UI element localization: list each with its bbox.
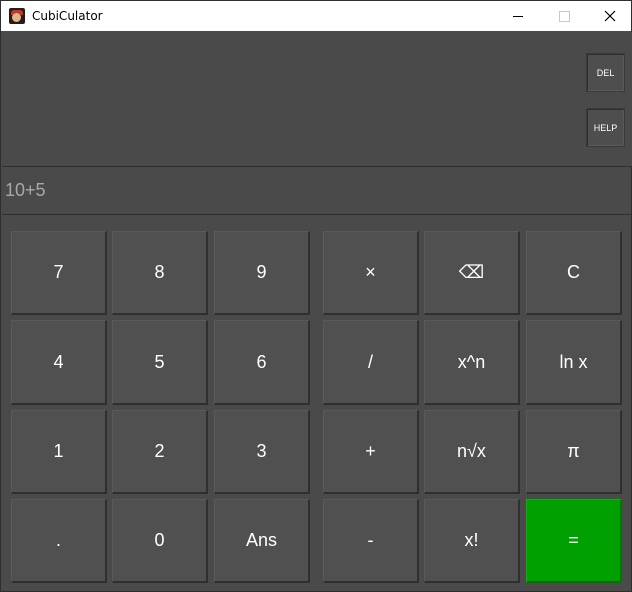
help-button[interactable]: HELP xyxy=(586,108,625,147)
divider xyxy=(2,214,632,215)
key-divide[interactable]: / xyxy=(323,320,419,405)
key-decimal[interactable]: . xyxy=(11,499,107,583)
key-plus[interactable]: + xyxy=(323,410,419,494)
key-3[interactable]: 3 xyxy=(214,410,310,494)
maximize-icon xyxy=(558,10,570,22)
key-ln[interactable]: ln x xyxy=(526,320,622,405)
key-power[interactable]: x^n xyxy=(424,320,520,405)
del-button[interactable]: DEL xyxy=(586,53,625,92)
key-clear[interactable]: C xyxy=(526,231,622,315)
key-1[interactable]: 1 xyxy=(11,410,107,494)
close-button[interactable] xyxy=(587,1,632,31)
close-icon xyxy=(604,10,616,22)
divider xyxy=(2,166,632,167)
history-area xyxy=(2,32,632,166)
minimize-button[interactable] xyxy=(495,1,541,31)
key-4[interactable]: 4 xyxy=(11,320,107,405)
expression-display: 10+5 xyxy=(5,180,46,200)
key-multiply[interactable]: × xyxy=(323,231,419,315)
key-9[interactable]: 9 xyxy=(214,231,310,315)
key-factorial[interactable]: x! xyxy=(424,499,520,583)
key-8[interactable]: 8 xyxy=(112,231,208,315)
key-pi[interactable]: π xyxy=(526,410,622,494)
key-0[interactable]: 0 xyxy=(112,499,208,583)
minimize-icon xyxy=(513,15,523,17)
calculator-window: CubiCulator DEL HELP 10+5 7 8 9 × ⌫ C 4 … xyxy=(0,0,632,592)
key-5[interactable]: 5 xyxy=(112,320,208,405)
window-title: CubiCulator xyxy=(32,9,103,23)
title-bar: CubiCulator xyxy=(1,1,631,31)
key-2[interactable]: 2 xyxy=(112,410,208,494)
key-backspace[interactable]: ⌫ xyxy=(424,231,520,315)
key-7[interactable]: 7 xyxy=(11,231,107,315)
key-ans[interactable]: Ans xyxy=(214,499,310,583)
key-equals[interactable]: = xyxy=(526,499,622,583)
app-logo-icon xyxy=(9,8,25,24)
key-6[interactable]: 6 xyxy=(214,320,310,405)
key-minus[interactable]: - xyxy=(323,499,419,583)
key-nth-root[interactable]: n√x xyxy=(424,410,520,494)
maximize-button[interactable] xyxy=(541,1,587,31)
